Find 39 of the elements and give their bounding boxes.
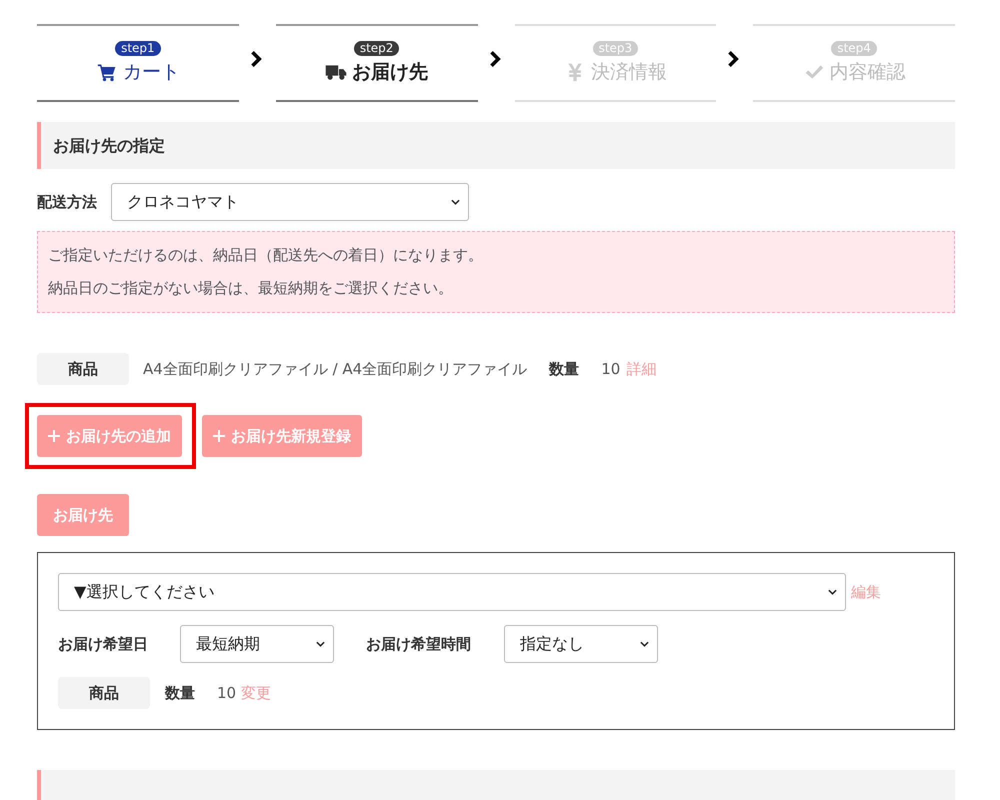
dropdown[interactable]: 最短納期: [180, 625, 334, 663]
plus-icon: [213, 430, 225, 442]
chevron-down-icon: [828, 589, 837, 595]
add-button[interactable]: お届け先新規登録: [202, 415, 362, 457]
destination-button[interactable]: お届け先: [37, 494, 129, 536]
dropdown[interactable]: ▼選択してください: [58, 573, 846, 611]
details-link[interactable]: 詳細: [626, 360, 656, 378]
dropdown[interactable]: 指定なし: [504, 625, 658, 663]
field-label: お届け希望日: [58, 634, 149, 654]
dropdown[interactable]: クロネコヤマト: [111, 183, 469, 221]
step-label: 決済情報: [590, 60, 667, 85]
notice-text: 納品日のご指定がない場合は、最短納期をご選択ください。: [48, 279, 454, 298]
step-badge: step1: [115, 41, 161, 56]
chevron-right-icon: [250, 50, 263, 68]
product-name: A4全面印刷クリアファイル / A4全面印刷クリアファイル: [143, 360, 528, 378]
step-label: 内容確認: [830, 60, 906, 85]
cart-icon: [96, 62, 118, 82]
product-label: 商品: [37, 353, 129, 385]
add-button[interactable]: お届け先の追加: [37, 415, 182, 457]
plus-icon: [48, 430, 60, 442]
chevron-down-icon: [640, 641, 649, 647]
quantity-value: 10: [601, 360, 620, 378]
change-link[interactable]: 変更: [241, 684, 272, 702]
section-heading: お届け先の指定: [37, 122, 955, 169]
step-badge: step2: [354, 41, 400, 56]
chevron-down-icon: [316, 641, 325, 647]
quantity-label: 数量: [549, 360, 580, 378]
chevron-down-icon: [451, 199, 460, 205]
chevron-right-icon: [728, 50, 740, 68]
quantity-label: 数量: [165, 684, 195, 702]
chevron-right-icon: [490, 50, 502, 68]
quantity-value: 10: [217, 684, 236, 702]
step-label: お届け先: [352, 60, 428, 85]
product-label: 商品: [58, 677, 150, 709]
field-label: お届け希望時間: [366, 634, 472, 654]
step-label: カート: [122, 60, 180, 85]
field-label: 配送方法: [37, 192, 97, 212]
edit-link[interactable]: 編集: [851, 582, 881, 602]
notice-text: ご指定いただけるのは、納品日（配送先への着日）になります。: [48, 246, 484, 265]
